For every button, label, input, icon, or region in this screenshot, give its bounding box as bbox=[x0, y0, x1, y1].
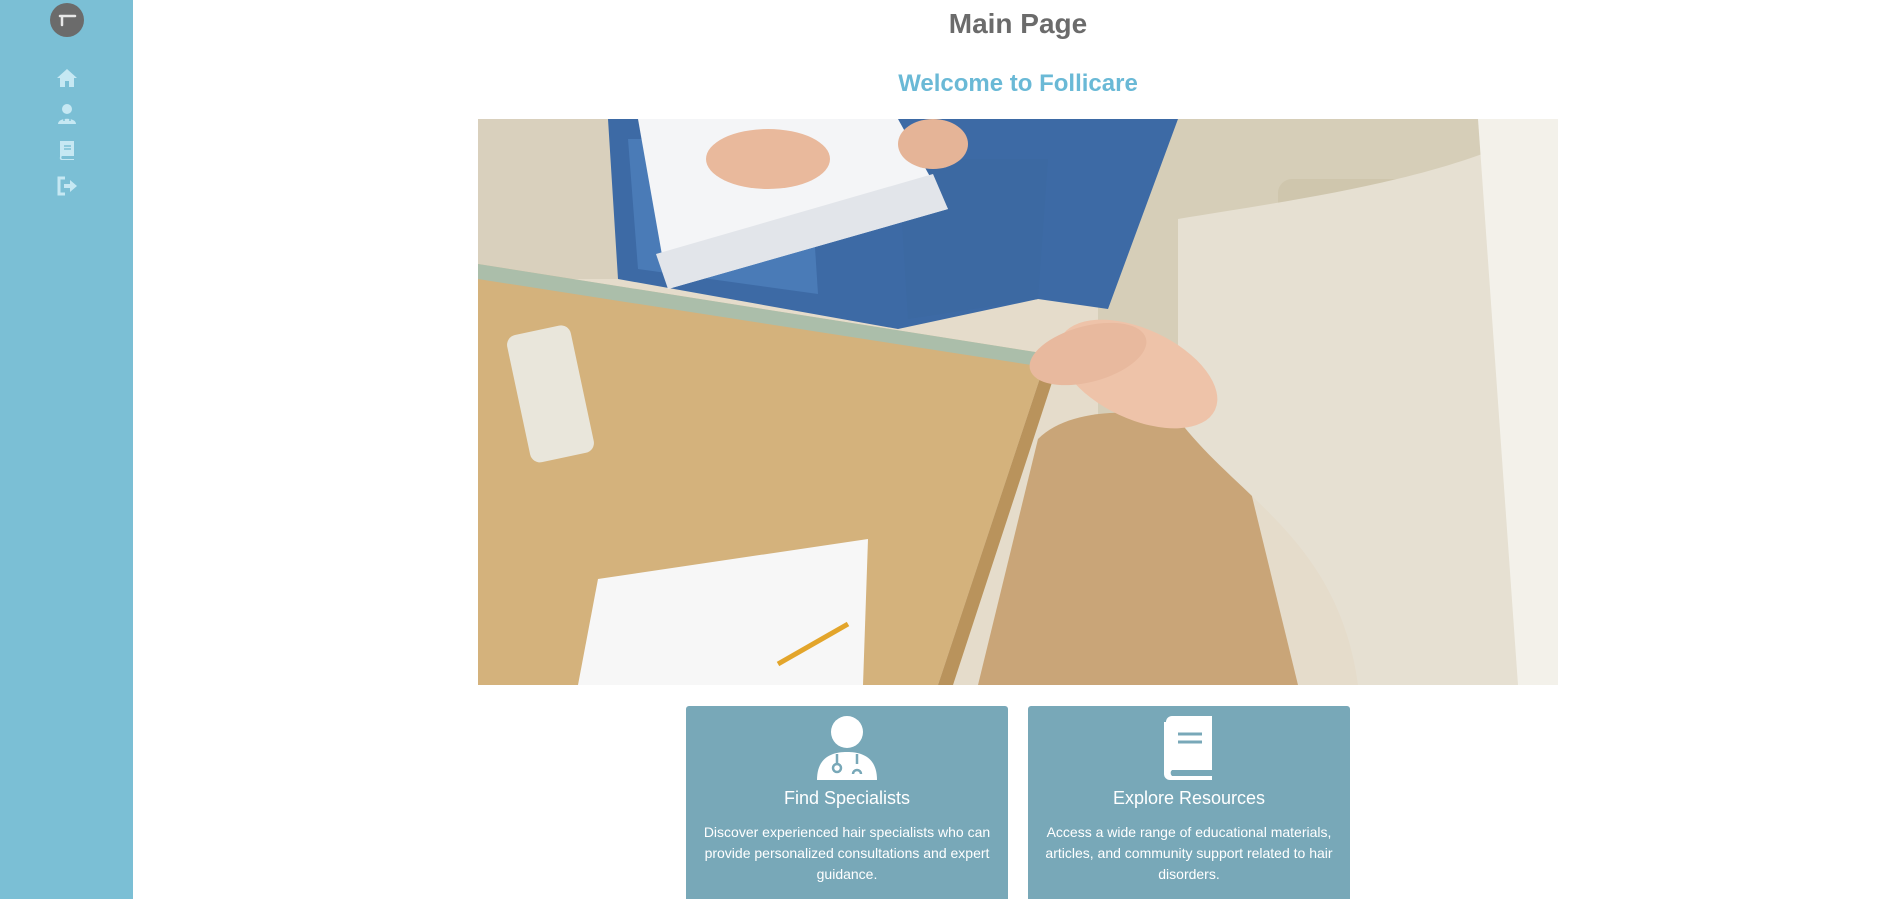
book-icon bbox=[1028, 716, 1350, 782]
sidebar-item-logout[interactable] bbox=[55, 174, 79, 198]
card-description: Discover experienced hair specialists wh… bbox=[703, 824, 991, 882]
sidebar-item-profile[interactable] bbox=[55, 102, 79, 126]
main-content: Main Page Welcome to Follicare Find Spec… bbox=[133, 0, 1903, 899]
sidebar-item-home[interactable] bbox=[55, 66, 79, 90]
explore-resources-card[interactable]: Explore Resources Access a wide range of… bbox=[1028, 706, 1350, 899]
page-title: Main Page bbox=[948, 8, 1088, 39]
card-description: Access a wide range of educational mater… bbox=[1045, 824, 1333, 882]
welcome-heading: Welcome to Follicare bbox=[898, 70, 1138, 97]
card-title: Find Specialists bbox=[783, 788, 911, 808]
logout-icon bbox=[57, 176, 77, 196]
sidebar bbox=[0, 0, 133, 899]
app-logo-icon[interactable] bbox=[50, 3, 84, 37]
card-title: Explore Resources bbox=[1112, 788, 1266, 808]
book-icon bbox=[59, 141, 74, 160]
sidebar-item-resources[interactable] bbox=[55, 138, 79, 162]
doctor-icon bbox=[686, 716, 1008, 782]
consultation-photo bbox=[478, 119, 1558, 685]
find-specialists-card[interactable]: Find Specialists Discover experienced ha… bbox=[686, 706, 1008, 899]
user-icon bbox=[58, 104, 76, 124]
home-icon bbox=[57, 69, 77, 87]
